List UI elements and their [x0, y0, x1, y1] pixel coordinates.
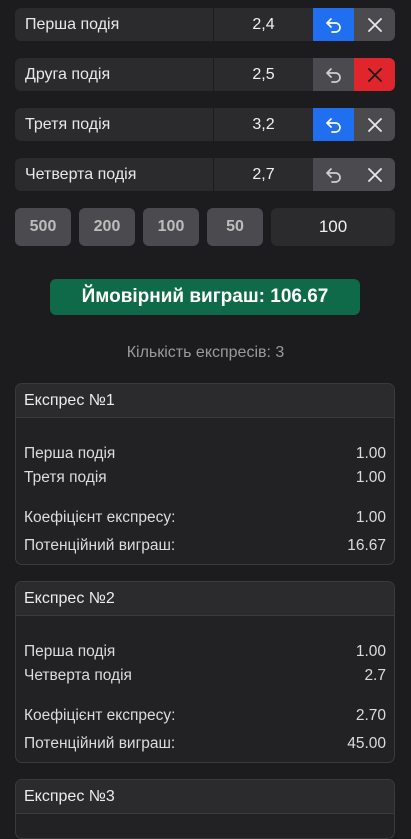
- express-card: Експрес №3: [15, 779, 395, 839]
- express-coef-line: Коефіцієнт експресу: 2.70: [24, 704, 386, 728]
- remove-button[interactable]: [354, 158, 395, 191]
- stake-100-button[interactable]: 100: [143, 208, 199, 246]
- express-event-name: Четверта подія: [24, 667, 132, 684]
- event-coefficient[interactable]: 2,5: [214, 58, 313, 91]
- potential-win-badge: Ймовірний виграш: 106.67: [50, 279, 360, 315]
- undo-button[interactable]: [313, 158, 354, 191]
- express-event-coef: 2.7: [364, 667, 386, 684]
- stake-500-button[interactable]: 500: [15, 208, 71, 246]
- event-row: Друга подія 2,5: [15, 58, 395, 91]
- express-win-value: 45.00: [347, 735, 386, 752]
- express-event-line: Перша подія 1.00: [24, 640, 386, 664]
- express-coef-label: Коефіцієнт експресу:: [24, 707, 176, 724]
- undo-icon: [325, 167, 341, 183]
- remove-button[interactable]: [354, 8, 395, 41]
- event-name: Четверта подія: [15, 158, 214, 191]
- event-row: Перша подія 2,4: [15, 8, 395, 41]
- undo-button[interactable]: [313, 8, 354, 41]
- undo-button[interactable]: [313, 108, 354, 141]
- express-event-coef: 1.00: [355, 643, 386, 660]
- express-event-coef: 1.00: [355, 469, 386, 486]
- event-row: Четверта подія 2,7: [15, 158, 395, 191]
- close-icon: [367, 117, 382, 132]
- express-title: Експрес №2: [16, 582, 394, 616]
- event-coefficient[interactable]: 3,2: [214, 108, 313, 141]
- express-win-label: Потенційний виграш:: [24, 537, 176, 554]
- express-win-line: Потенційний виграш: 16.67: [24, 534, 386, 558]
- event-coefficient[interactable]: 2,7: [214, 158, 313, 191]
- express-event-line: Третя подія 1.00: [24, 466, 386, 490]
- express-card: Експрес №2 Перша подія 1.00 Четверта под…: [15, 581, 395, 763]
- remove-button[interactable]: [354, 108, 395, 141]
- stake-input[interactable]: 100: [271, 208, 395, 246]
- express-event-line: Перша подія 1.00: [24, 442, 386, 466]
- express-event-name: Третя подія: [24, 469, 107, 486]
- stake-50-button[interactable]: 50: [207, 208, 263, 246]
- undo-button[interactable]: [313, 58, 354, 91]
- undo-icon: [325, 67, 341, 83]
- express-event-name: Перша подія: [24, 643, 116, 660]
- event-name: Друга подія: [15, 58, 214, 91]
- express-win-label: Потенційний виграш:: [24, 735, 176, 752]
- close-icon: [367, 167, 382, 182]
- event-name: Перша подія: [15, 8, 214, 41]
- express-event-name: Перша подія: [24, 445, 116, 462]
- express-card: Експрес №1 Перша подія 1.00 Третя подія …: [15, 383, 395, 565]
- undo-icon: [325, 17, 341, 33]
- express-coef-value: 1.00: [355, 509, 386, 526]
- express-coef-value: 2.70: [355, 707, 386, 724]
- undo-icon: [325, 117, 341, 133]
- express-count: Кількість експресів: 3: [126, 344, 285, 361]
- close-icon: [367, 67, 382, 82]
- express-coef-label: Коефіцієнт експресу:: [24, 509, 176, 526]
- event-row: Третя подія 3,2: [15, 108, 395, 141]
- express-coef-line: Коефіцієнт експресу: 1.00: [24, 506, 386, 530]
- stake-200-button[interactable]: 200: [79, 208, 135, 246]
- express-win-value: 16.67: [347, 537, 386, 554]
- event-coefficient[interactable]: 2,4: [214, 8, 313, 41]
- remove-button[interactable]: [354, 58, 395, 91]
- express-win-line: Потенційний виграш: 45.00: [24, 732, 386, 756]
- express-title: Експрес №1: [16, 384, 394, 418]
- express-event-line: Четверта подія 2.7: [24, 664, 386, 688]
- express-event-coef: 1.00: [355, 445, 386, 462]
- close-icon: [367, 17, 382, 32]
- event-name: Третя подія: [15, 108, 214, 141]
- express-title: Експрес №3: [16, 780, 394, 814]
